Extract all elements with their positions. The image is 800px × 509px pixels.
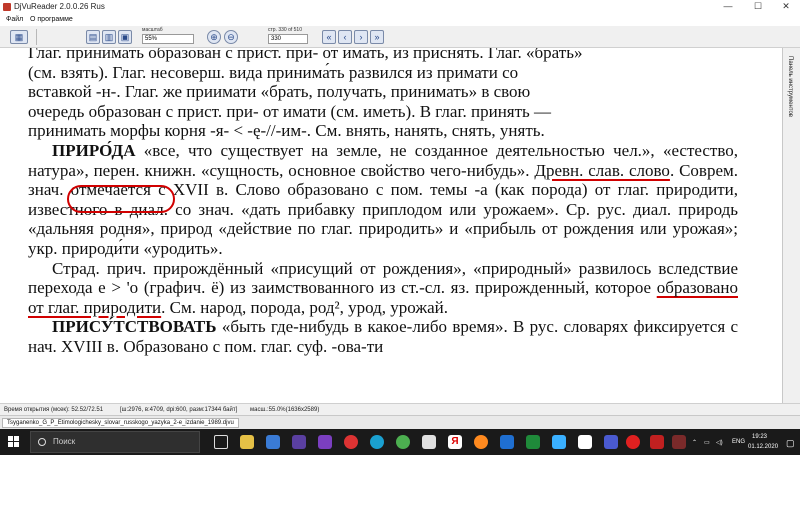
minimize-icon[interactable]: — [716,1,740,13]
taskbar-search[interactable]: Поиск [30,431,200,453]
word-icon[interactable] [500,435,514,449]
dictionary-entry: Страд. прич. прирождённый «присущий от р… [28,259,738,318]
file-tab-bar: Tsyganenko_G_P_Etimologichesky_slovar_ru… [0,415,800,429]
opera-icon[interactable] [344,435,358,449]
text-line: принимать морфы корня -я- < -ę-//-им-. С… [28,121,545,141]
first-page-icon[interactable]: « [322,30,336,44]
status-bar: Время открытия (мсек): 52.52/72.51 [ш:29… [0,403,800,415]
chrome-icon[interactable] [396,435,410,449]
file-explorer-icon[interactable] [240,435,254,449]
file-tab[interactable]: Tsyganenko_G_P_Etimologichesky_slovar_ru… [2,418,239,428]
yandex-icon[interactable]: Я [448,435,462,449]
page-info-status: [ш:2976, в:4709, dpi:600, разм:17344 бай… [120,407,238,413]
network-icon[interactable]: ▭ [704,439,710,446]
entry-text: . См. народ, порода, род², урод, урожай. [161,297,448,317]
system-tray: ⌃ ▭ ◁) ENG 19:23 01.12.2020 ▢ [690,433,800,453]
firefox-icon[interactable] [474,435,488,449]
next-page-icon[interactable]: › [354,30,368,44]
taskbar: Поиск Я ⌃ ▭ ◁) ENG 19:23 01.12.2020 ▢ [0,429,800,455]
fit-width-icon[interactable]: ▥ [102,30,116,44]
clock-time[interactable]: 19:23 [752,434,767,440]
window-title: DjVuReader 2.0.0.26 Rus [14,2,105,11]
app-icon[interactable] [422,435,436,449]
underlined-annotation: Древн. слав. слово [534,160,670,180]
side-panel[interactable]: Панель инструментов [782,48,800,403]
zoom-select[interactable]: 55% [142,34,194,44]
circle-annotation [67,185,175,213]
page-number-field[interactable]: 330 [268,34,308,44]
windows-start-icon[interactable] [8,436,20,448]
zoom-in-icon[interactable]: ⊕ [207,30,221,44]
close-icon[interactable]: ✕ [774,1,798,13]
task-view-icon[interactable] [214,435,228,449]
app-icon[interactable] [552,435,566,449]
toolbar: ▦ ▤ ▥ ▣ масштаб 55% ⊕ ⊖ стр. 330 of 510 … [0,26,800,48]
chevron-up-icon[interactable]: ⌃ [692,439,697,446]
app-icon [3,3,11,11]
entry-text: Страд. прич. прирождённый «присущий от р… [28,258,738,298]
text-line: Глаг. принимать образован с прист. при- … [28,48,583,62]
edge-icon[interactable] [370,435,384,449]
layout-grid-icon[interactable]: ▦ [10,30,28,44]
page-label: стр. 330 of 510 [268,27,302,33]
document-view[interactable]: Глаг. принимать образован с прист. при- … [0,48,782,403]
record-icon[interactable] [626,435,640,449]
fit-page-icon[interactable]: ▤ [86,30,100,44]
title-bar: DjVuReader 2.0.0.26 Rus — ☐ ✕ [0,0,800,14]
volume-icon[interactable]: ◁) [716,439,723,446]
zoom-label: масштаб [142,27,163,33]
actual-size-icon[interactable]: ▣ [118,30,132,44]
clock-date[interactable]: 01.12.2020 [748,444,778,450]
app-icon[interactable] [318,435,332,449]
djvu-reader-icon[interactable] [672,435,686,449]
app-window: DjVuReader 2.0.0.26 Rus — ☐ ✕ Файл О про… [0,0,800,455]
last-page-icon[interactable]: » [370,30,384,44]
maximize-icon[interactable]: ☐ [746,1,770,13]
menu-about[interactable]: О программе [30,16,73,23]
text-line: очередь образован с прист. при- от имати… [28,101,552,121]
mail-icon[interactable] [266,435,280,449]
entry-headword: ПРИРО́ДА [52,140,136,160]
app-icon[interactable] [292,435,306,449]
text-line: вставкой -н-. Глаг. же приимати «брать, … [28,82,531,102]
app-icon[interactable] [604,435,618,449]
download-icon[interactable] [650,435,664,449]
app-icon[interactable] [578,435,592,449]
side-panel-label: Панель инструментов [787,56,793,117]
text-line: (см. взять). Глаг. несоверш. вида приним… [28,62,519,82]
search-placeholder: Поиск [53,437,76,446]
zoom-out-icon[interactable]: ⊖ [224,30,238,44]
zoom-info-status: масш.:55.0%(1636x2589) [250,407,320,413]
menu-file[interactable]: Файл [6,16,23,23]
toolbar-separator [36,29,37,45]
entry-headword: ПРИСУ́ТСТВОВАТЬ [52,317,217,337]
excel-icon[interactable] [526,435,540,449]
prev-page-icon[interactable]: ‹ [338,30,352,44]
language-indicator[interactable]: ENG [732,439,745,445]
search-icon [38,438,46,446]
notifications-icon[interactable]: ▢ [786,438,795,449]
menu-bar: Файл О программе [0,14,800,26]
dictionary-entry: ПРИСУ́ТСТВОВАТЬ «быть где-нибудь в какое… [28,317,738,356]
open-time-status: Время открытия (мсек): 52.52/72.51 [4,407,104,413]
